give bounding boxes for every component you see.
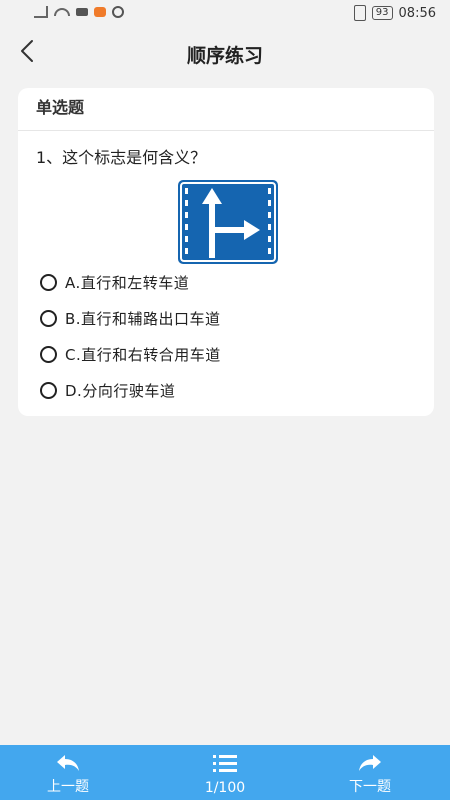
previous-label: 上一题 bbox=[47, 779, 89, 795]
traffic-sign-image bbox=[178, 180, 278, 264]
divider bbox=[18, 130, 434, 131]
radio-icon[interactable] bbox=[40, 345, 57, 363]
signal-icon bbox=[34, 6, 48, 18]
clock: 08:56 bbox=[398, 5, 436, 21]
option-label: D.分向行驶车道 bbox=[65, 381, 176, 400]
wifi-icon bbox=[54, 8, 70, 16]
radio-icon[interactable] bbox=[40, 273, 57, 291]
option-d[interactable]: D.分向行驶车道 bbox=[40, 372, 420, 408]
message-icon bbox=[76, 8, 88, 16]
previous-question-button[interactable]: 上一题 bbox=[8, 745, 128, 800]
option-c[interactable]: C.直行和右转合用车道 bbox=[40, 336, 420, 372]
option-b[interactable]: B.直行和辅路出口车道 bbox=[40, 300, 420, 336]
question-type-label: 单选题 bbox=[36, 98, 85, 117]
vibrate-icon bbox=[353, 5, 366, 21]
status-icons-left bbox=[34, 6, 124, 18]
option-label: A.直行和左转车道 bbox=[65, 273, 190, 292]
progress-counter: 1/100 bbox=[204, 780, 246, 796]
next-label: 下一题 bbox=[349, 779, 391, 795]
radio-icon[interactable] bbox=[40, 381, 57, 399]
option-a[interactable]: A.直行和左转车道 bbox=[40, 264, 420, 300]
undo-arrow-icon bbox=[57, 755, 79, 771]
list-icon bbox=[213, 755, 237, 772]
status-bar: 93 08:56 bbox=[0, 0, 450, 30]
radio-icon[interactable] bbox=[40, 309, 57, 327]
option-label: B.直行和辅路出口车道 bbox=[65, 309, 221, 328]
header: 顺序练习 bbox=[0, 30, 450, 76]
options-list: A.直行和左转车道 B.直行和辅路出口车道 C.直行和右转合用车道 D.分向行驶… bbox=[40, 264, 420, 408]
question-text: 1、这个标志是何含义？ bbox=[36, 148, 207, 167]
option-label: C.直行和右转合用车道 bbox=[65, 345, 221, 364]
browser-icon bbox=[112, 6, 124, 18]
status-icons-right: 93 08:56 bbox=[353, 5, 436, 21]
redo-arrow-icon bbox=[359, 755, 381, 771]
question-card: 单选题 1、这个标志是何含义？ A.直行和左转车道 B.直行和辅路出口车道 C.… bbox=[18, 88, 434, 416]
next-question-button[interactable]: 下一题 bbox=[310, 745, 430, 800]
page-title: 顺序练习 bbox=[186, 45, 263, 67]
question-list-button[interactable]: 1/100 bbox=[165, 745, 285, 800]
bottom-nav-bar: 上一题 1/100 下一题 bbox=[0, 745, 450, 800]
app-notification-icon bbox=[94, 7, 106, 17]
battery-indicator: 93 bbox=[371, 6, 393, 20]
